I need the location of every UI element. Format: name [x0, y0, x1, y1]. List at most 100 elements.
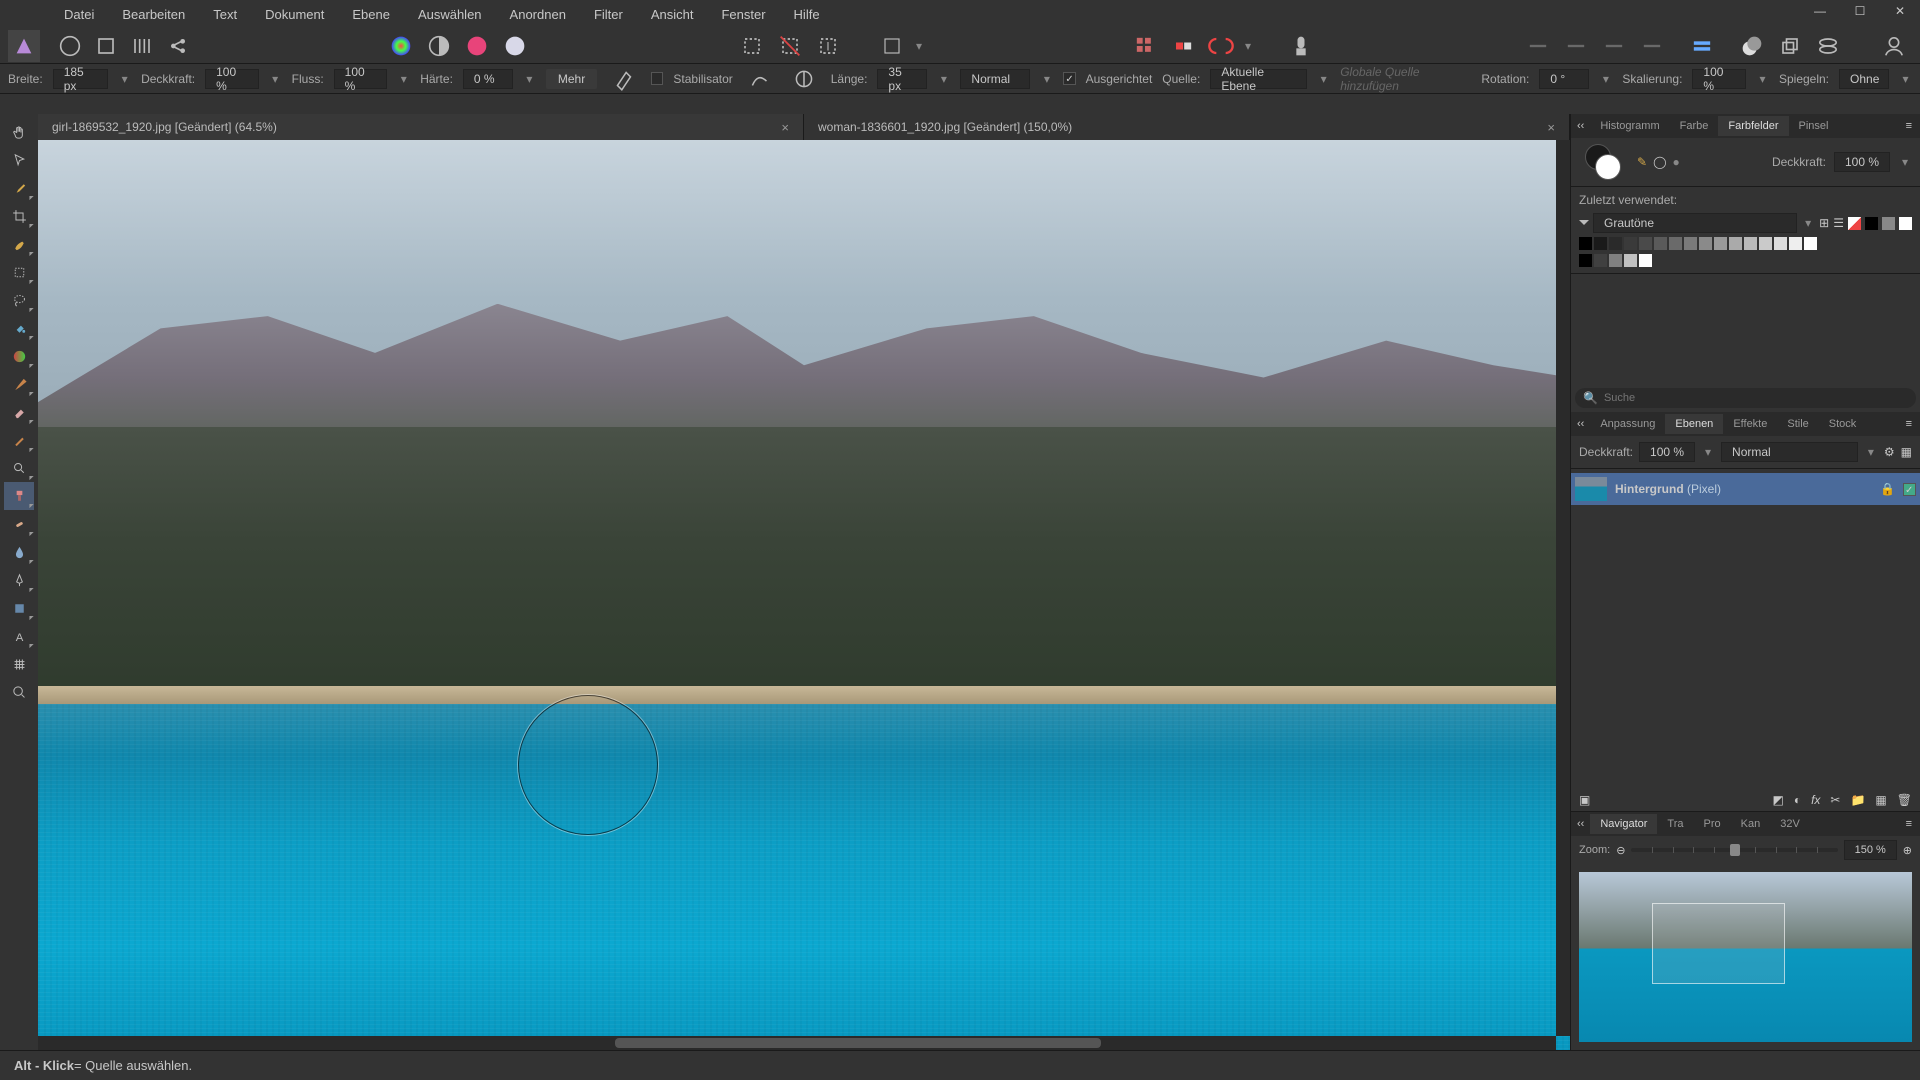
paint-brush-tool[interactable]	[4, 370, 34, 398]
shape-tool[interactable]	[4, 594, 34, 622]
gradient-tool[interactable]	[4, 342, 34, 370]
menu-text[interactable]: Text	[199, 1, 251, 28]
swatch[interactable]	[1624, 254, 1637, 267]
blur-tool[interactable]	[4, 538, 34, 566]
account-icon[interactable]	[1880, 32, 1908, 60]
maximize-button[interactable]: ☐	[1840, 0, 1880, 22]
fx-icon[interactable]: fx	[1811, 793, 1820, 807]
grid-icon[interactable]	[1131, 32, 1159, 60]
zoom-value[interactable]: 150 %	[1844, 840, 1897, 860]
opacity-field[interactable]: 100 %	[205, 69, 259, 89]
grid-view-icon[interactable]: ⊞	[1819, 216, 1829, 230]
selection-add-icon[interactable]	[776, 32, 804, 60]
layer-opacity-field[interactable]: 100 %	[1639, 442, 1695, 462]
persona-export-icon[interactable]	[164, 32, 192, 60]
swatch[interactable]	[1579, 237, 1592, 250]
layer-more-icon[interactable]: ▦	[1901, 445, 1912, 459]
color-preview[interactable]	[1579, 144, 1619, 180]
layer-fx-icon[interactable]: ⚙	[1884, 445, 1895, 459]
document-tab-1[interactable]: girl-1869532_1920.jpg [Geändert] (64.5%)…	[38, 114, 804, 140]
delete-layer-icon[interactable]: 🗑	[1897, 793, 1912, 807]
menu-fenster[interactable]: Fenster	[707, 1, 779, 28]
crop-tool[interactable]	[4, 202, 34, 230]
tab-pinsel[interactable]: Pinsel	[1789, 116, 1839, 136]
rope-mode-icon[interactable]	[747, 65, 773, 93]
tab-histogram[interactable]: Histogramm	[1590, 116, 1669, 136]
flow-dropdown[interactable]: ▾	[397, 72, 410, 86]
swatch[interactable]	[1624, 237, 1637, 250]
snapping-icon[interactable]	[1207, 32, 1235, 60]
swatch[interactable]	[1759, 237, 1772, 250]
stack-icon[interactable]	[1814, 32, 1842, 60]
tab-32v[interactable]: 32V	[1770, 814, 1810, 834]
mesh-tool[interactable]	[4, 650, 34, 678]
color-wheel-icon[interactable]	[387, 32, 415, 60]
window-mode-icon[interactable]	[791, 65, 817, 93]
quickmask-dropdown[interactable]: ▾	[912, 39, 926, 53]
swatch[interactable]	[1579, 254, 1592, 267]
hand-tool[interactable]	[4, 118, 34, 146]
lasso-tool[interactable]	[4, 286, 34, 314]
swatch[interactable]	[1714, 237, 1727, 250]
navigator-preview[interactable]	[1579, 872, 1912, 1042]
text-tool[interactable]: A	[4, 622, 34, 650]
color-picker-tool[interactable]	[4, 174, 34, 202]
swatch[interactable]	[1639, 237, 1652, 250]
soft-proof-icon[interactable]	[501, 32, 529, 60]
swatch[interactable]	[1684, 237, 1697, 250]
assistant-icon[interactable]	[1287, 32, 1315, 60]
global-source-placeholder[interactable]: Globale Quelle hinzufügen	[1340, 65, 1471, 93]
layers-toggle-icon[interactable]: ‹‹	[1571, 418, 1590, 430]
clone-tool[interactable]	[4, 482, 34, 510]
stabilizer-checkbox[interactable]	[651, 72, 663, 85]
tab-navigator[interactable]: Navigator	[1590, 814, 1657, 834]
vertical-scrollbar[interactable]	[1556, 140, 1570, 1036]
swatch[interactable]	[1729, 237, 1742, 250]
swatch[interactable]	[1609, 254, 1622, 267]
document-tab-2-close[interactable]: ×	[1547, 120, 1555, 135]
source-select[interactable]: Aktuelle Ebene	[1210, 69, 1307, 89]
erase-tool[interactable]	[4, 398, 34, 426]
swatch[interactable]	[1789, 237, 1802, 250]
blend-dropdown[interactable]: ▾	[1040, 72, 1053, 86]
persona-photo-icon[interactable]	[56, 32, 84, 60]
menu-anordnen[interactable]: Anordnen	[496, 1, 580, 28]
swatch[interactable]	[1594, 237, 1607, 250]
adjustment-icon[interactable]: ◐	[1794, 793, 1801, 807]
tab-anpassung[interactable]: Anpassung	[1590, 414, 1665, 434]
hardness-field[interactable]: 0 %	[463, 69, 513, 89]
width-field[interactable]: 185 px	[53, 69, 108, 89]
list-view-icon[interactable]: ☰	[1833, 216, 1844, 230]
menu-filter[interactable]: Filter	[580, 1, 637, 28]
persona-develop-icon[interactable]	[128, 32, 156, 60]
close-button[interactable]: ✕	[1880, 0, 1920, 22]
marquee-tool[interactable]	[4, 258, 34, 286]
snap-icon[interactable]	[1169, 32, 1197, 60]
none-color-swatch[interactable]	[1848, 217, 1861, 230]
flow-field[interactable]: 100 %	[334, 69, 388, 89]
length-field[interactable]: 35 px	[877, 69, 927, 89]
quickmask-icon[interactable]	[878, 32, 906, 60]
pen-tool[interactable]	[4, 566, 34, 594]
rotation-dropdown[interactable]: ▾	[1599, 72, 1612, 86]
hardness-dropdown[interactable]: ▾	[523, 72, 536, 86]
tab-effekte[interactable]: Effekte	[1723, 414, 1777, 434]
document-tab-2[interactable]: woman-1836601_1920.jpg [Geändert] (150,0…	[804, 114, 1570, 140]
search-box[interactable]: 🔍	[1575, 388, 1916, 408]
layer-visible-checkbox[interactable]	[1903, 483, 1916, 496]
rotation-field[interactable]: 0 °	[1539, 69, 1589, 89]
tab-stock[interactable]: Stock	[1819, 414, 1867, 434]
eyedropper-icon[interactable]: ✎	[1637, 155, 1647, 169]
swatch[interactable]	[1744, 237, 1757, 250]
selection-intersect-icon[interactable]: I	[814, 32, 842, 60]
persona-liquify-icon[interactable]	[92, 32, 120, 60]
folder-icon[interactable]: 📁	[1850, 793, 1865, 807]
selection-brush-tool[interactable]	[4, 230, 34, 258]
zoom-in-icon[interactable]: ⊕	[1903, 844, 1912, 857]
pencil-tool[interactable]	[4, 426, 34, 454]
opacity-dropdown[interactable]: ▾	[269, 72, 282, 86]
move-tool[interactable]	[4, 146, 34, 174]
menu-ebene[interactable]: Ebene	[338, 1, 404, 28]
palette-select[interactable]: Grautöne	[1593, 213, 1797, 233]
source-dropdown[interactable]: ▾	[1317, 72, 1330, 86]
